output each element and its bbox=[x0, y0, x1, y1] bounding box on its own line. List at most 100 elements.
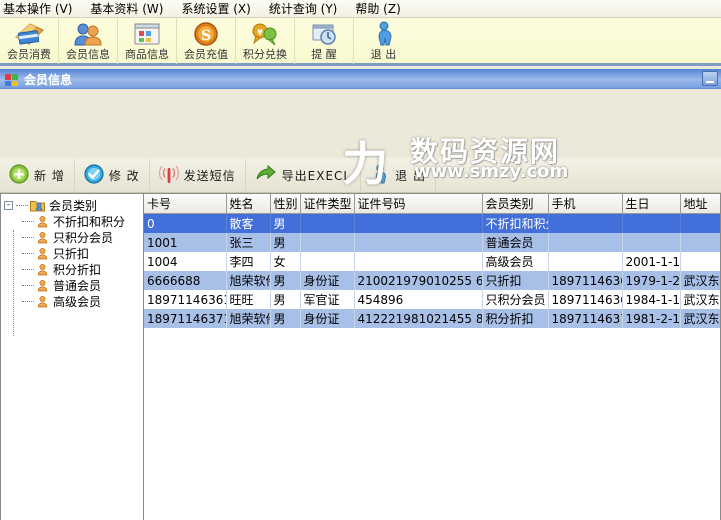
table-row[interactable]: 18971146361 旺旺 男 军官证 454896 只积分会员 189711… bbox=[144, 290, 720, 309]
button-edit[interactable]: 修 改 bbox=[75, 158, 150, 192]
tree-root-member-category[interactable]: - 会员类别 bbox=[4, 197, 143, 213]
button-exit[interactable]: 退 出 bbox=[361, 158, 436, 192]
column-header-gender[interactable]: 性别 bbox=[270, 194, 301, 214]
check-circle-icon bbox=[84, 163, 104, 187]
tree-item-senior-member[interactable]: 高级会员 bbox=[4, 293, 143, 309]
people-icon bbox=[73, 19, 103, 49]
cell-gender: 男 bbox=[270, 213, 301, 233]
cell-id-number: 210021979010255 62 bbox=[354, 271, 483, 290]
table-row[interactable]: 6666688 旭荣软件 男 身份证 210021979010255 62 只折… bbox=[144, 271, 720, 290]
member-person-icon bbox=[36, 279, 49, 292]
column-header-id-number[interactable]: 证件号码 bbox=[354, 194, 483, 214]
cell-mobile: 18971146371 bbox=[548, 309, 623, 328]
cell-id-number: 412221981021455 86 bbox=[354, 309, 483, 328]
cell-name: 旭荣软件 bbox=[226, 271, 271, 290]
toolbar-points-exchange[interactable]: ¥ 积分兑换 bbox=[236, 18, 295, 64]
export-arrow-icon bbox=[255, 164, 277, 187]
toolbar-member-recharge[interactable]: S 会员充值 bbox=[177, 18, 236, 64]
member-person-icon bbox=[36, 231, 49, 244]
tree-connector-line bbox=[22, 252, 34, 254]
cell-id-type: 军官证 bbox=[300, 290, 355, 309]
cell-gender: 女 bbox=[270, 252, 301, 271]
cell-id-type bbox=[300, 213, 355, 233]
cell-gender: 男 bbox=[270, 309, 301, 328]
tree-connector-line bbox=[22, 236, 34, 238]
button-add-label: 新 增 bbox=[34, 168, 65, 183]
cell-member-category: 不折扣和积分 bbox=[482, 213, 549, 233]
cell-birthday: 1984-1-1 bbox=[622, 290, 681, 309]
toolbar-member-recharge-label: 会员充值 bbox=[184, 48, 228, 61]
minimize-button[interactable] bbox=[702, 71, 718, 86]
menu-system-settings[interactable]: 系统设置 (X) bbox=[172, 0, 259, 18]
column-header-birthday[interactable]: 生日 bbox=[622, 194, 681, 214]
button-send-sms-label: 发送短信 bbox=[183, 168, 236, 183]
cell-address: 武汉东湖开发区 bbox=[680, 290, 720, 309]
button-add[interactable]: 新 增 bbox=[0, 158, 75, 192]
table-row[interactable]: 18971146371 旭荣软件 男 身份证 412221981021455 8… bbox=[144, 309, 720, 328]
tree-item-label: 只积分会员 bbox=[53, 230, 114, 245]
menu-statistics-query[interactable]: 统计查询 (Y) bbox=[260, 0, 347, 18]
toolbar-member-info[interactable]: 会员信息 bbox=[59, 18, 118, 64]
cell-member-category: 高级会员 bbox=[482, 252, 549, 271]
cell-birthday: 1981-2-18 bbox=[622, 309, 681, 328]
tree-item-label: 普通会员 bbox=[53, 278, 102, 293]
member-person-icon bbox=[36, 263, 49, 276]
coin-icon: S bbox=[192, 19, 220, 49]
cell-address: 武汉东湖开发区 bbox=[680, 271, 720, 290]
tree-connector-line bbox=[22, 284, 34, 286]
tree-connector-line bbox=[22, 300, 34, 302]
tree-root-label: 会员类别 bbox=[49, 198, 98, 213]
cell-id-number bbox=[354, 233, 483, 252]
toolbar-reminder[interactable]: 提 醒 bbox=[295, 18, 354, 64]
column-header-id-type[interactable]: 证件类型 bbox=[300, 194, 355, 214]
toolbar-goods-info[interactable]: 商品信息 bbox=[118, 18, 177, 64]
toolbar-member-consume[interactable]: 会员消费 bbox=[0, 18, 59, 64]
table-row[interactable]: 0 散客 男 不折扣和积分 bbox=[144, 213, 720, 233]
card-payment-icon bbox=[14, 19, 44, 49]
cell-birthday bbox=[622, 233, 681, 252]
tree-item-label: 不折扣和积分 bbox=[53, 214, 126, 229]
cell-gender: 男 bbox=[270, 271, 301, 290]
member-grid-panel[interactable]: 卡号 姓名 性别 证件类型 证件号码 会员类别 手机 生日 地址 其他 bbox=[143, 193, 721, 520]
column-header-address[interactable]: 地址 bbox=[680, 194, 720, 214]
tree-item-normal-member[interactable]: 普通会员 bbox=[4, 277, 143, 293]
tree-item-points-discount[interactable]: 积分折扣 bbox=[4, 261, 143, 277]
cell-name: 散客 bbox=[226, 213, 271, 233]
column-header-name[interactable]: 姓名 bbox=[226, 194, 271, 214]
exit-person-icon bbox=[371, 19, 397, 49]
cell-mobile: 18971146361 bbox=[548, 290, 623, 309]
button-export-excel[interactable]: 导出EXECL bbox=[246, 158, 362, 192]
column-header-mobile[interactable]: 手机 bbox=[548, 194, 623, 214]
member-person-icon bbox=[36, 247, 49, 260]
button-send-sms[interactable]: 发送短信 bbox=[150, 158, 246, 192]
category-tree-panel[interactable]: - 会员类别 不折扣和积分 只积分会员 只折扣 积分折扣 普通会员 高级会员 bbox=[0, 193, 143, 520]
cell-mobile bbox=[548, 233, 623, 252]
menu-help[interactable]: 帮助 (Z) bbox=[346, 0, 409, 18]
tree-connector-line bbox=[22, 220, 34, 222]
table-row[interactable]: 1001 张三 男 普通会员 bbox=[144, 233, 720, 252]
tree-item-discount-only[interactable]: 只折扣 bbox=[4, 245, 143, 261]
window-title-text: 会员信息 bbox=[24, 72, 73, 87]
column-header-card-no[interactable]: 卡号 bbox=[144, 194, 227, 214]
cell-birthday: 2001-1-1 bbox=[622, 252, 681, 271]
content-area: - 会员类别 不折扣和积分 只积分会员 只折扣 积分折扣 普通会员 高级会员 卡… bbox=[0, 193, 721, 520]
tree-item-points-only[interactable]: 只积分会员 bbox=[4, 229, 143, 245]
application-window: 基本操作 (V) 基本资料 (W) 系统设置 (X) 统计查询 (Y) 帮助 (… bbox=[0, 0, 721, 520]
tree-expander-icon[interactable]: - bbox=[4, 200, 13, 210]
toolbar-exit[interactable]: 退 出 bbox=[354, 18, 413, 64]
reminder-icon bbox=[310, 19, 338, 49]
column-header-member-category[interactable]: 会员类别 bbox=[482, 194, 549, 214]
menu-basic-data[interactable]: 基本资料 (W) bbox=[81, 0, 172, 18]
menu-basic-operation[interactable]: 基本操作 (V) bbox=[0, 0, 81, 18]
tree-item-label: 高级会员 bbox=[53, 294, 102, 309]
cell-name: 李四 bbox=[226, 252, 271, 271]
table-row[interactable]: 1004 李四 女 高级会员 2001-1-1 bbox=[144, 252, 720, 271]
toolbar-member-info-label: 会员信息 bbox=[66, 48, 110, 61]
cell-card-no: 18971146371 bbox=[144, 309, 227, 328]
member-info-window: 会员信息 新 增 修 改 发送短信 导出EXECL 退 出 - 会员类别 不折扣… bbox=[0, 69, 721, 520]
menu-bar: 基本操作 (V) 基本资料 (W) 系统设置 (X) 统计查询 (Y) 帮助 (… bbox=[0, 0, 721, 18]
goods-grid-icon bbox=[133, 19, 161, 49]
tree-item-label: 只折扣 bbox=[53, 246, 90, 261]
cell-birthday bbox=[622, 213, 681, 233]
tree-item-no-discount-points[interactable]: 不折扣和积分 bbox=[4, 213, 143, 229]
